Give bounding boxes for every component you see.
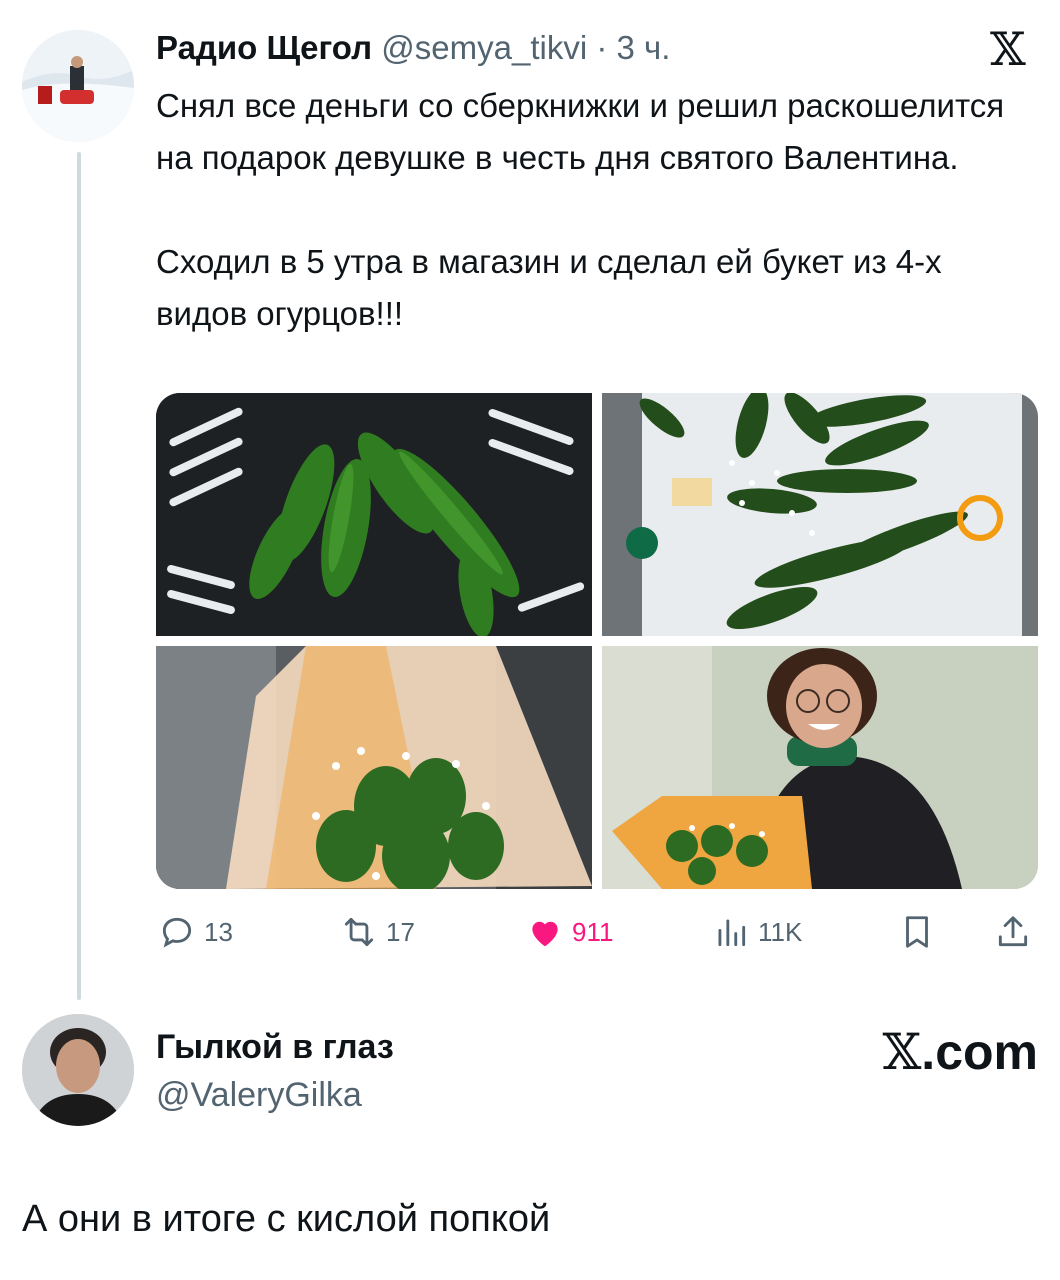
photo-cucumbers-basket[interactable]	[156, 393, 592, 636]
media-grid	[156, 393, 1038, 889]
reply-count: 13	[204, 916, 233, 947]
tweet-paragraph: Снял все деньги со сберкнижки и решил ра…	[156, 87, 1005, 176]
retweet-count: 17	[386, 916, 415, 947]
header-separator: ·	[596, 29, 608, 66]
reply-button[interactable]: 13	[158, 910, 233, 954]
like-button[interactable]: 911	[526, 910, 613, 954]
author-name[interactable]: Радио Щегол	[156, 29, 372, 66]
tweet-paragraph: Сходил в 5 утра в магазин и сделал ей бу…	[156, 243, 942, 332]
avatar-snow-photo	[22, 30, 134, 142]
bookmark-icon	[906, 916, 928, 948]
xcom-watermark: 𝕏.com	[883, 1024, 1039, 1080]
tweet-text: Снял все деньги со сберкнижки и решил ра…	[156, 80, 1036, 340]
reply-author-avatar[interactable]	[22, 1014, 134, 1126]
photo-bouquet-elevator[interactable]	[156, 646, 592, 889]
photo-cucumbers-on-paper[interactable]	[602, 393, 1038, 636]
retweet-button[interactable]: 17	[340, 910, 415, 954]
share-icon	[998, 916, 1028, 947]
reply-author-handle[interactable]: @ValeryGilka	[156, 1074, 362, 1116]
thread-line	[77, 152, 81, 1000]
views-count: 11K	[758, 916, 803, 947]
reply-icon	[162, 917, 192, 948]
views-button[interactable]: 11K	[712, 910, 802, 954]
like-count: 911	[572, 916, 614, 947]
heart-icon	[532, 921, 558, 947]
reply-text: А они в итоге с кислой попкой	[22, 1198, 551, 1240]
x-logo-icon: 𝕏	[882, 1023, 922, 1081]
bookmark-button[interactable]	[898, 910, 944, 954]
tweet-time[interactable]: 3 ч.	[617, 29, 671, 66]
author-handle[interactable]: @semya_tikvi	[381, 29, 587, 66]
avatar-man-photo	[22, 1014, 134, 1126]
views-icon	[718, 919, 746, 947]
photo-girl-with-bouquet[interactable]	[602, 646, 1038, 889]
author-avatar[interactable]	[22, 30, 134, 142]
share-button[interactable]	[994, 910, 1040, 954]
x-logo-icon: 𝕏	[990, 22, 1026, 76]
retweet-icon	[344, 917, 374, 947]
tweet-header: Радио Щегол @semya_tikvi · 3 ч.	[156, 28, 670, 68]
watermark-suffix: .com	[921, 1024, 1038, 1080]
reply-author-name[interactable]: Гылкой в глаз	[156, 1026, 394, 1068]
